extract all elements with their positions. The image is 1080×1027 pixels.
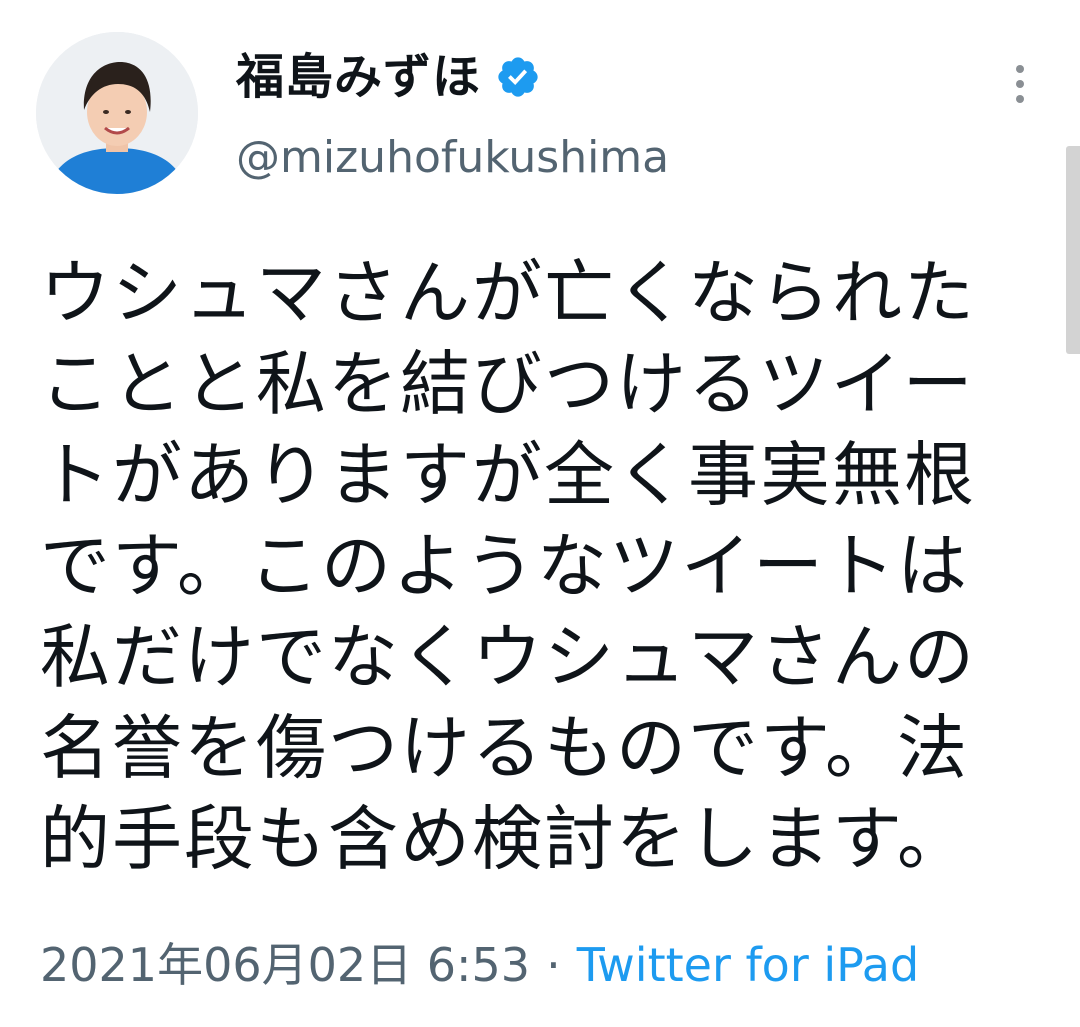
more-vertical-icon-dot bbox=[1016, 80, 1024, 88]
more-options-button[interactable] bbox=[1000, 56, 1040, 112]
tweet-header: 福島みずほ @mizuhofukushima bbox=[0, 0, 1080, 230]
tweet-text-line: です。このようなツイートは bbox=[40, 525, 969, 607]
avatar[interactable] bbox=[36, 32, 198, 194]
tweet-text-line: ウシュマさんが亡くなられた bbox=[40, 252, 976, 334]
more-vertical-icon-dot bbox=[1016, 95, 1024, 103]
tweet-text-line: 名誉を傷つけるものです。法 bbox=[40, 707, 969, 789]
tweet-text-line: トがありますが全く事実無根 bbox=[40, 434, 976, 516]
tweet-timestamp[interactable]: 2021年06月02日 6:53 bbox=[40, 934, 530, 996]
tweet-source-link[interactable]: Twitter for iPad bbox=[577, 934, 920, 996]
tweet-metadata: 2021年06月02日 6:53 · Twitter for iPad bbox=[40, 934, 919, 996]
tweet-text-line: 私だけでなくウシュマさんの bbox=[40, 616, 976, 698]
verified-badge-icon bbox=[495, 54, 541, 100]
tweet-text-line: ことと私を結びつけるツイー bbox=[40, 343, 975, 425]
more-vertical-icon bbox=[1016, 65, 1024, 73]
tweet-text: ウシュマさんが亡くなられた ことと私を結びつけるツイー トがありますが全く事実無… bbox=[40, 248, 1040, 885]
tweet-text-line: 的手段も含め検討をします。 bbox=[40, 798, 969, 880]
user-handle[interactable]: @mizuhofukushima bbox=[236, 128, 669, 188]
metadata-separator: · bbox=[546, 938, 561, 992]
display-name[interactable]: 福島みずほ bbox=[236, 44, 481, 110]
display-name-row: 福島みずほ bbox=[236, 44, 541, 110]
scrollbar-thumb[interactable] bbox=[1066, 146, 1080, 354]
